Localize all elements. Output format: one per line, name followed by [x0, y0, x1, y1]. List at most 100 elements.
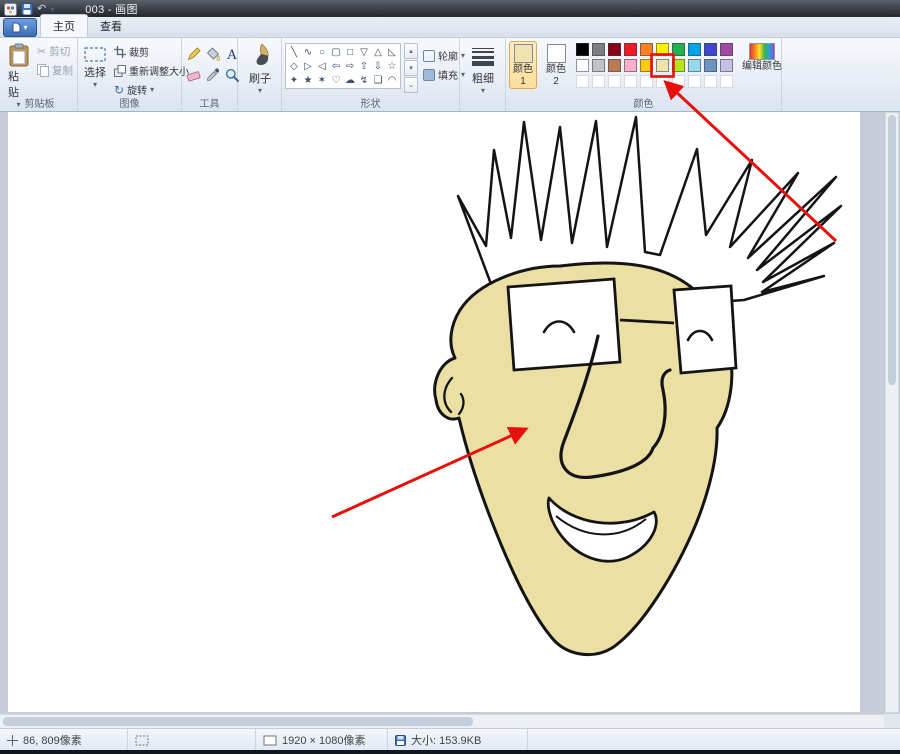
palette-swatch[interactable] — [640, 59, 653, 72]
tab-home[interactable]: 主页 — [40, 14, 88, 37]
group-brushes: 刷子 ▾ — [238, 38, 282, 111]
save-button[interactable] — [21, 3, 33, 15]
palette-swatch[interactable] — [592, 75, 605, 88]
copy-button[interactable]: 复制 — [35, 62, 75, 79]
shapes-scroll-up-button[interactable]: ▴ — [404, 43, 418, 59]
shape-icon[interactable]: ⇦ — [329, 59, 343, 73]
tab-view[interactable]: 查看 — [88, 15, 134, 37]
canvas[interactable] — [8, 112, 860, 712]
palette-swatch[interactable] — [576, 75, 589, 88]
qat-dropdown-icon[interactable]: ▾ — [50, 5, 54, 13]
shape-icon[interactable]: ◺ — [385, 45, 399, 59]
vertical-scrollbar[interactable] — [885, 112, 899, 713]
size-button[interactable]: 粗细 ▾ — [469, 43, 497, 96]
shapes-scroll-down-button[interactable]: ▾ — [404, 60, 418, 76]
palette-swatch[interactable] — [624, 59, 637, 72]
palette-swatch[interactable] — [608, 43, 621, 56]
palette-swatch[interactable] — [624, 75, 637, 88]
group-tools: A 工具 — [182, 38, 239, 111]
fill-bucket-icon — [206, 47, 221, 61]
vertical-scrollbar-thumb[interactable] — [888, 115, 896, 385]
shape-icon[interactable]: ☆ — [385, 59, 399, 73]
brushes-button[interactable]: 刷子 ▾ — [246, 41, 274, 96]
shape-icon[interactable]: ⇩ — [371, 59, 385, 73]
shape-icon[interactable]: ╲ — [287, 45, 301, 59]
palette-swatch[interactable] — [704, 43, 717, 56]
status-canvas-size: 1920 × 1080像素 — [256, 729, 388, 751]
shape-icon[interactable]: ⇨ — [343, 59, 357, 73]
paint-app-icon[interactable] — [4, 2, 17, 16]
cut-button[interactable]: ✂ 剪切 — [35, 43, 75, 60]
shape-icon[interactable]: ❏ — [371, 73, 385, 87]
palette-swatch[interactable] — [704, 75, 717, 88]
palette-swatch[interactable] — [624, 43, 637, 56]
shape-icon[interactable]: ▽ — [357, 45, 371, 59]
shape-icon[interactable]: ◇ — [287, 59, 301, 73]
shape-icon[interactable]: ▢ — [329, 45, 343, 59]
palette-swatch[interactable] — [576, 59, 589, 72]
palette-swatch[interactable] — [576, 43, 589, 56]
title-bar: ↶ ▾ 003 - 画图 — [0, 0, 900, 17]
shape-icon[interactable]: ♡ — [329, 73, 343, 87]
color1-button[interactable]: 颜色 1 — [509, 41, 537, 89]
status-selection-size — [128, 729, 256, 751]
shape-icon[interactable]: ☁ — [343, 73, 357, 87]
palette-swatch[interactable] — [720, 59, 733, 72]
undo-button[interactable]: ↶ — [37, 3, 46, 15]
shape-icon[interactable]: ✶ — [315, 73, 329, 87]
palette-swatch[interactable] — [608, 75, 621, 88]
palette-swatch[interactable] — [592, 43, 605, 56]
shape-icon[interactable]: ⇧ — [357, 59, 371, 73]
eraser-tool-button[interactable] — [185, 65, 203, 85]
shape-icon[interactable]: ✦ — [287, 73, 301, 87]
rotate-icon: ↻ — [114, 82, 125, 97]
edit-colors-button[interactable]: 编辑颜色 — [738, 41, 786, 75]
disk-icon — [395, 734, 406, 746]
resize-button[interactable]: 重新调整大小 — [112, 62, 191, 79]
shape-icon[interactable]: △ — [371, 45, 385, 59]
palette-swatch[interactable] — [656, 75, 669, 88]
pencil-tool-button[interactable] — [185, 44, 203, 64]
palette-swatch[interactable] — [640, 75, 653, 88]
shape-icon[interactable]: ↯ — [357, 73, 371, 87]
palette-swatch[interactable] — [688, 59, 701, 72]
nose — [559, 334, 672, 479]
fill-tool-button[interactable] — [204, 44, 222, 64]
palette-swatch[interactable] — [720, 43, 733, 56]
left-eye — [542, 320, 576, 334]
palette-swatch[interactable] — [672, 59, 685, 72]
shape-icon[interactable]: ▷ — [301, 59, 315, 73]
select-button[interactable]: 选择 ▾ — [81, 41, 109, 90]
palette-swatch[interactable] — [672, 75, 685, 88]
dropdown-arrow-icon: ▾ — [257, 86, 262, 95]
dropdown-arrow-icon: ▾ — [92, 80, 97, 89]
glasses-bridge — [619, 318, 675, 325]
palette-swatch[interactable] — [704, 59, 717, 72]
shape-icon[interactable]: ◠ — [385, 73, 399, 87]
shape-icon[interactable]: ★ — [301, 73, 315, 87]
palette-swatch[interactable] — [640, 43, 653, 56]
palette-swatch[interactable] — [608, 59, 621, 72]
horizontal-scrollbar-thumb[interactable] — [3, 717, 473, 726]
horizontal-scrollbar[interactable] — [0, 714, 884, 728]
document-icon — [12, 22, 21, 33]
group-shapes: ╲ ∿ ○ ▢ □ ▽ △ ◺ ◇ ▷ ◁ ⇦ ⇨ ⇧ ⇩ ☆ ✦ ★ ✶ ♡ ☁ ↯ ❏ ◠ ▴ ▾ ⌄ 轮廓 ▾ 填充 ▾… — [282, 38, 465, 111]
shape-icon[interactable]: ∿ — [301, 45, 315, 59]
palette-swatch[interactable] — [656, 43, 669, 56]
app-menu-button[interactable]: ▾ — [3, 18, 37, 37]
palette-swatch[interactable] — [672, 43, 685, 56]
palette-swatch[interactable] — [720, 75, 733, 88]
palette-swatch-highlight[interactable] — [656, 59, 669, 72]
shape-icon[interactable]: ○ — [315, 45, 329, 59]
shapes-gallery-more-button[interactable]: ⌄ — [404, 77, 418, 93]
palette-swatch[interactable] — [688, 75, 701, 88]
color-picker-tool-button[interactable] — [204, 65, 222, 85]
dropdown-arrow-icon: ▾ — [480, 85, 485, 95]
palette-swatch[interactable] — [592, 59, 605, 72]
color2-button[interactable]: 颜色 2 — [542, 41, 570, 89]
shape-icon[interactable]: ◁ — [315, 59, 329, 73]
palette-swatch[interactable] — [688, 43, 701, 56]
shape-icon[interactable]: □ — [343, 45, 357, 59]
group-image: 选择 ▾ 裁剪 重新调整大小 ↻ 旋转 ▾ 图像 — [78, 38, 189, 111]
crop-button[interactable]: 裁剪 — [112, 43, 191, 60]
